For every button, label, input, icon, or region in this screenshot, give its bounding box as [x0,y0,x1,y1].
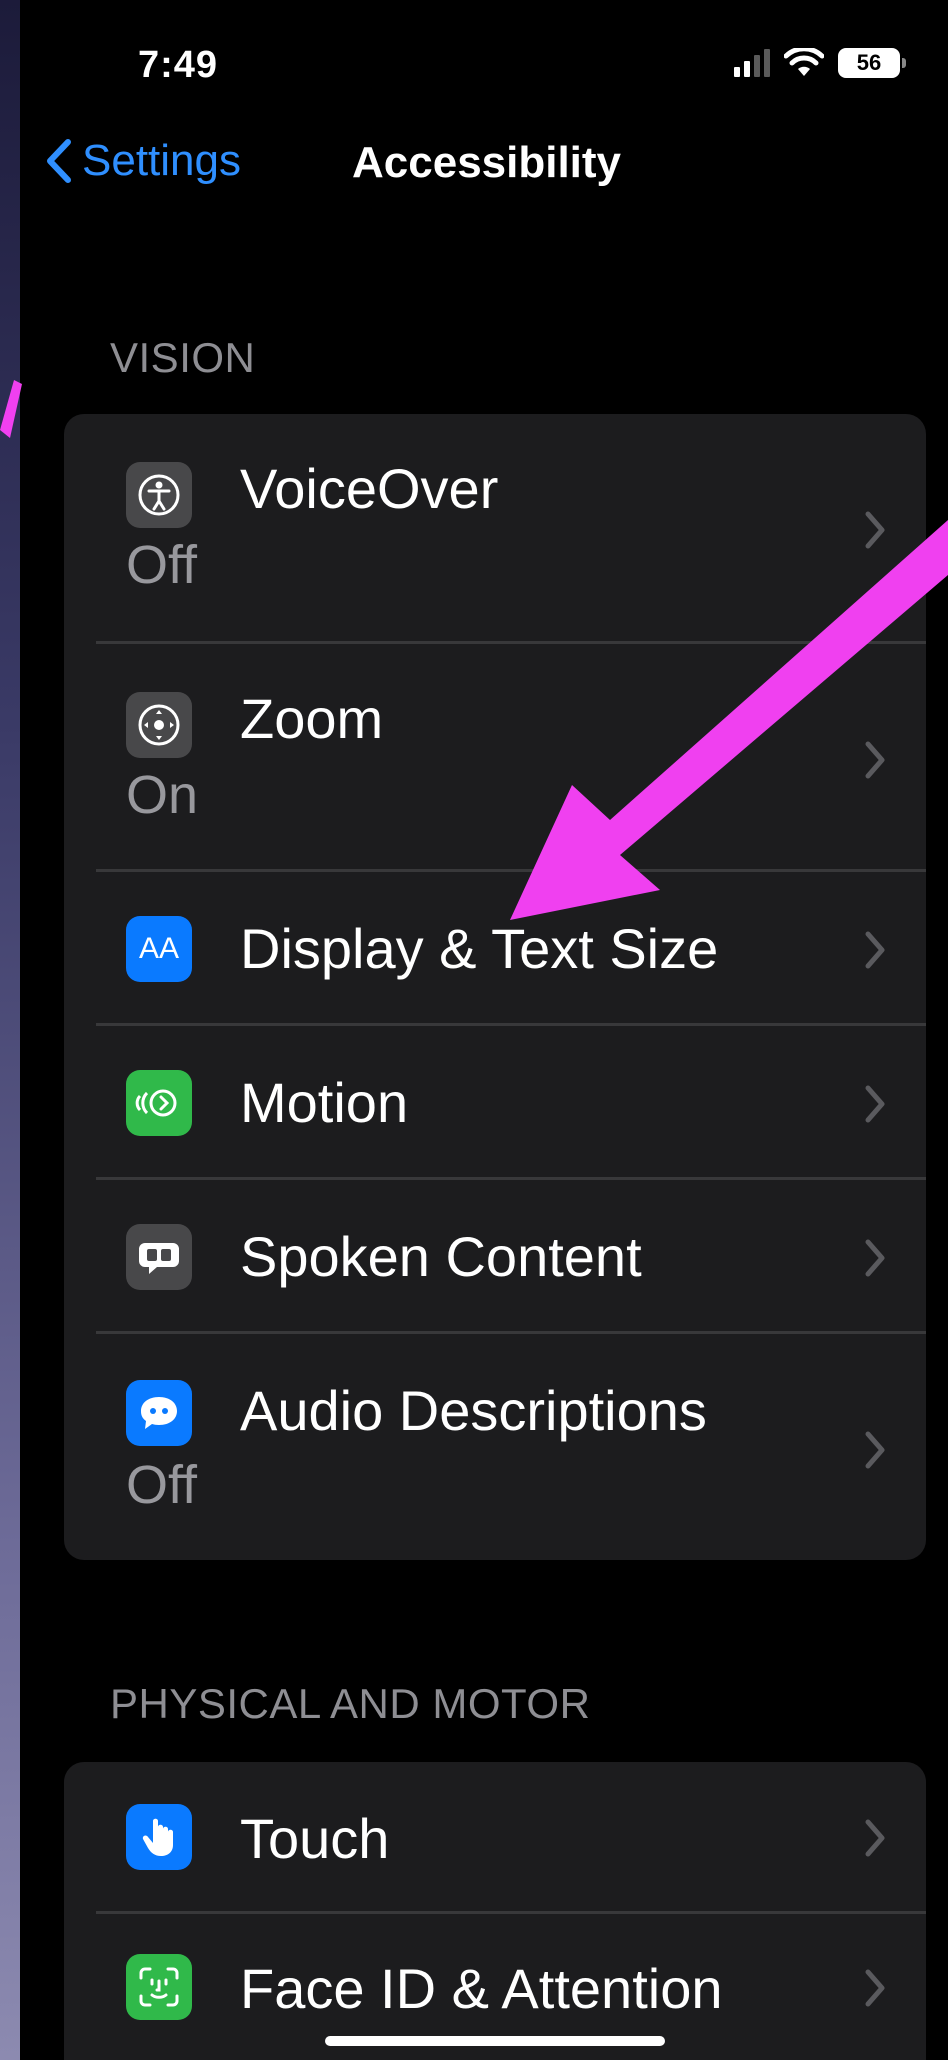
page-title: Accessibility [352,138,622,187]
row-audio-descriptions[interactable]: Audio Descriptions Off [64,1334,926,1560]
row-label: Audio Descriptions [240,1379,707,1442]
chevron-left-icon [47,139,71,183]
chevron-right-icon [865,931,885,969]
row-value: Off [126,1455,198,1515]
face-id-icon [126,1954,192,2020]
back-button-label: Settings [82,136,241,185]
row-touch[interactable]: Touch [64,1762,926,1914]
chevron-right-icon [865,1969,885,2007]
row-value: On [126,765,199,825]
display-text-size-icon: AA [126,916,192,982]
touch-icon [126,1804,192,1870]
row-spoken-content[interactable]: Spoken Content [64,1180,926,1334]
row-label: Face ID & Attention [240,1957,723,2020]
audio-descriptions-icon [126,1380,192,1446]
chevron-right-icon [865,1239,885,1277]
row-label: Zoom [240,687,384,750]
battery-icon: 56 [838,48,906,78]
chevron-right-icon [865,1431,885,1469]
section-header-physical-motor: PHYSICAL AND MOTOR [110,1680,591,1727]
status-icons: 56 [734,48,906,78]
row-label: Touch [240,1807,390,1870]
chevron-right-icon [865,511,885,549]
row-label: Spoken Content [240,1225,642,1288]
row-voiceover[interactable]: VoiceOver Off [64,414,926,644]
row-motion[interactable]: Motion [64,1026,926,1180]
cellular-signal-icon [734,49,770,77]
vision-group: VoiceOver Off Zoom On AA Display & Text … [64,414,926,1560]
zoom-icon [126,692,192,758]
status-bar: 7:49 56 [20,0,948,120]
row-label: VoiceOver [240,457,499,520]
row-display-text-size[interactable]: AA Display & Text Size [64,872,926,1026]
row-zoom[interactable]: Zoom On [64,644,926,872]
chevron-right-icon [865,1819,885,1857]
section-header-vision: VISION [110,334,256,381]
phone-screen: 7:49 56 Settings Accessibility VISION Vo… [20,0,948,2060]
spoken-content-icon [126,1224,192,1290]
wifi-icon [784,48,824,76]
chevron-right-icon [865,741,885,779]
status-time: 7:49 [138,44,219,86]
chevron-right-icon [865,1085,885,1123]
back-button[interactable]: Settings [46,136,241,186]
home-indicator[interactable] [325,2036,665,2046]
physical-motor-group: Touch Face ID & Attention [64,1762,926,2060]
row-label: Display & Text Size [240,917,719,980]
row-value: Off [126,535,198,595]
motion-icon [126,1070,192,1136]
row-label: Motion [240,1071,409,1134]
navigation-bar: Settings Accessibility [20,120,948,210]
voiceover-icon [126,462,192,528]
